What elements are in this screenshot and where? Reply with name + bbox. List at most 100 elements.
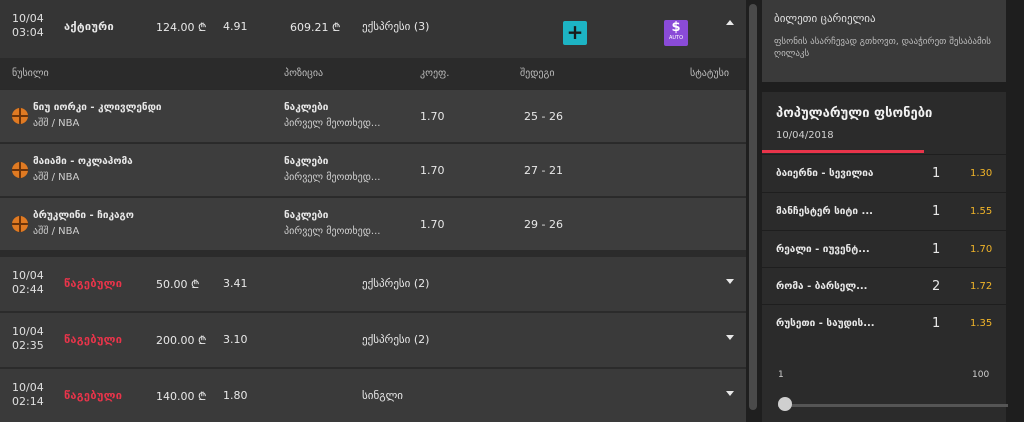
basketball-icon [12,216,28,232]
selection-odds: 1.70 [420,218,445,231]
basketball-icon [12,162,28,178]
popular-item-odds[interactable]: 1.30 [970,168,992,179]
popular-item[interactable]: რეალი - იუვენტ... 1 1.70 [762,230,1006,268]
chevron-up-icon[interactable] [726,20,734,25]
popular-item-name: რუსეთი - საუდის... [776,318,875,329]
selection-row: ნიუ იორკი - კლივლენდი აშშ / NBA ნაკლები … [0,89,746,142]
chevron-down-icon[interactable] [726,279,734,284]
chevron-down-icon[interactable] [726,391,734,396]
auto-cashout-button[interactable]: $ AUTO [664,20,688,46]
bet-odds: 4.91 [223,20,248,33]
bet-datetime: 10/04 02:44 [12,269,44,297]
bet-date: 10/04 [12,269,44,282]
bet-row[interactable]: 10/04 02:44 წაგებული 50.00 ₾ 3.41 ექსპრე… [0,257,746,311]
selection-table-header: ნუსილი პოზიცია კოეფ. შედეგი სტატუსი [0,58,746,88]
selection-market: პირველ მეოთხედ... [284,226,381,237]
selection-event[interactable]: ნიუ იორკი - კლივლენდი [33,102,162,113]
popular-title: პოპულარული ფსონები [776,106,933,121]
header-position: პოზიცია [284,68,324,79]
basketball-icon [12,108,28,124]
bet-stake: 124.00 ₾ [156,21,207,34]
betslip-panel: ბილეთი ცარიელია ფსონის ასარჩევად გთხოვთ,… [762,0,1006,82]
header-odds: კოეფ. [420,68,450,79]
header-status: სტატუსი [690,68,730,79]
popular-item-odds[interactable]: 1.70 [970,244,992,255]
bet-row[interactable]: 10/04 02:35 წაგებული 200.00 ₾ 3.10 ექსპრ… [0,313,746,367]
popular-item-name: ბაიერნი - სევილია [776,168,874,179]
selection-score: 25 - 26 [524,110,563,123]
bet-date: 10/04 [12,325,44,338]
selection-league: აშშ / NBA [33,172,80,183]
selection-league: აშშ / NBA [33,118,80,129]
bet-time: 03:04 [12,26,44,39]
bet-date: 10/04 [12,12,44,25]
selection-league: აშშ / NBA [33,226,80,237]
popular-item-name: მანჩესტერ სიტი ... [776,206,873,217]
popular-item-name: რომა - ბარსელ... [776,281,868,292]
bet-date: 10/04 [12,381,44,394]
popular-item-pick: 1 [932,166,941,181]
bet-status: აქტიური [64,20,115,33]
selection-position: ნაკლები [284,102,329,113]
selection-odds: 1.70 [420,110,445,123]
selection-position: ნაკლები [284,156,329,167]
bet-datetime: 10/04 03:04 [12,12,44,40]
bet-odds: 3.41 [223,277,248,290]
popular-item-odds[interactable]: 1.72 [970,281,992,292]
selection-odds: 1.70 [420,164,445,177]
add-bet-button[interactable]: + [563,21,587,45]
dollar-icon: $ [671,20,681,35]
bet-history-panel: 10/04 03:04 აქტიური 124.00 ₾ 4.91 609.21… [0,0,746,422]
slider-max-label: 100 [972,370,990,380]
bet-stake: 200.00 ₾ [156,334,207,347]
betslip-message: ფსონის ასარჩევად გთხოვთ, დააჭირეთ შესაბა… [774,37,992,59]
auto-label: AUTO [668,35,684,41]
popular-underline [762,150,924,153]
popular-item[interactable]: ბაიერნი - სევილია 1 1.30 [762,154,1006,192]
selection-score: 29 - 26 [524,218,563,231]
selection-market: პირველ მეოთხედ... [284,118,381,129]
popular-item-name: რეალი - იუვენტ... [776,244,870,255]
selection-event[interactable]: ბრუკლინი - ჩიკაგო [33,210,134,221]
slider-min-label: 1 [778,370,784,380]
selection-event[interactable]: მაიამი - ოკლაჰომა [33,156,133,167]
popular-item[interactable]: რუსეთი - საუდის... 1 1.35 [762,304,1006,342]
selection-row: ბრუკლინი - ჩიკაგო აშშ / NBA ნაკლები პირვ… [0,197,746,250]
bet-stake: 50.00 ₾ [156,278,200,291]
bet-datetime: 10/04 02:14 [12,381,44,409]
popular-item[interactable]: რომა - ბარსელ... 2 1.72 [762,267,1006,305]
chevron-down-icon[interactable] [726,335,734,340]
bet-type: ექსპრესი (2) [362,277,430,290]
scrollbar[interactable] [746,0,760,422]
bet-time: 02:14 [12,395,44,408]
betslip-title: ბილეთი ცარიელია [774,12,876,25]
header-score: შედეგი [520,68,555,79]
popular-date: 10/04/2018 [776,130,834,141]
bet-type: ექსპრესი (3) [362,20,430,33]
bet-type: სინგლი [362,389,403,402]
bet-row[interactable]: 10/04 03:04 აქტიური 124.00 ₾ 4.91 609.21… [0,0,746,58]
bet-time: 02:44 [12,283,44,296]
bet-payout: 609.21 ₾ [290,21,341,34]
bet-row[interactable]: 10/04 02:14 წაგებული 140.00 ₾ 1.80 სინგლ… [0,369,746,422]
right-sidebar: ბილეთი ცარიელია ფსონის ასარჩევად გთხოვთ,… [762,0,1024,422]
popular-item-odds[interactable]: 1.55 [970,206,992,217]
popular-item-pick: 1 [932,242,941,257]
count-slider-panel: 1 100 [762,342,1008,422]
popular-item-pick: 1 [932,204,941,219]
bet-type: ექსპრესი (2) [362,333,430,346]
popular-item[interactable]: მანჩესტერ სიტი ... 1 1.55 [762,192,1006,230]
bet-odds: 1.80 [223,389,248,402]
popular-item-pick: 1 [932,316,941,331]
selection-position: ნაკლები [284,210,329,221]
bet-status: წაგებული [64,277,123,290]
bet-stake: 140.00 ₾ [156,390,207,403]
slider-track[interactable] [778,404,1008,407]
slider-knob[interactable] [778,397,792,411]
popular-bets-panel: პოპულარული ფსონები 10/04/2018 ბაიერნი - … [762,92,1006,342]
bet-time: 02:35 [12,339,44,352]
bet-datetime: 10/04 02:35 [12,325,44,353]
scrollbar-thumb[interactable] [749,4,757,410]
popular-item-odds[interactable]: 1.35 [970,318,992,329]
popular-item-pick: 2 [932,279,941,294]
